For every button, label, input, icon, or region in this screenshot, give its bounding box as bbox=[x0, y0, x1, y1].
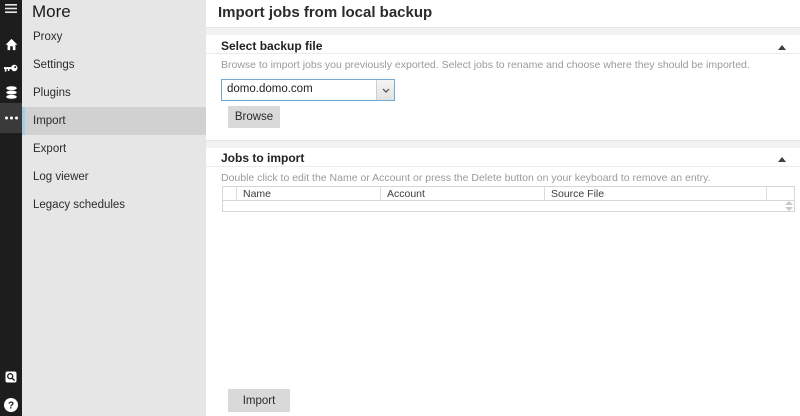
jobs-table-header: Name Account Source File bbox=[223, 187, 794, 201]
sidebar-item-legacy-schedules[interactable]: Legacy schedules bbox=[22, 191, 206, 219]
page-title: Import jobs from local backup bbox=[218, 4, 433, 21]
jobs-table-empty-area bbox=[223, 201, 794, 211]
table-scrollbar[interactable] bbox=[784, 201, 793, 211]
section-header-jobs-to-import[interactable]: Jobs to import bbox=[206, 149, 800, 167]
column-header-name[interactable]: Name bbox=[237, 187, 381, 200]
search-button[interactable] bbox=[0, 366, 22, 388]
collapse-up-icon[interactable] bbox=[778, 45, 786, 50]
section-divider bbox=[206, 140, 800, 148]
import-button[interactable]: Import bbox=[228, 389, 290, 412]
main-content: Import jobs from local backup Select bac… bbox=[206, 0, 800, 416]
table-row-selector-column[interactable] bbox=[223, 187, 237, 200]
sidebar-item-import[interactable]: Import bbox=[22, 107, 206, 135]
menu-button[interactable] bbox=[0, 0, 22, 16]
help-icon: ? bbox=[4, 398, 18, 412]
menu-icon bbox=[5, 3, 17, 13]
sidebar: More Proxy Settings Plugins Import Expor… bbox=[22, 0, 206, 416]
home-icon bbox=[5, 38, 17, 50]
collapse-up-icon[interactable] bbox=[778, 157, 786, 162]
sidebar-title: More bbox=[32, 2, 71, 21]
chevron-down-icon bbox=[382, 88, 389, 93]
svg-text:?: ? bbox=[8, 401, 14, 412]
combobox-dropdown-button[interactable] bbox=[376, 80, 394, 100]
table-filler-column bbox=[767, 187, 782, 200]
section-description: Browse to import jobs you previously exp… bbox=[221, 59, 750, 71]
column-header-account[interactable]: Account bbox=[381, 187, 545, 200]
section-header-select-backup-file[interactable]: Select backup file bbox=[206, 37, 800, 54]
database-icon bbox=[5, 85, 17, 99]
backup-file-combobox[interactable]: domo.domo.com bbox=[221, 79, 395, 101]
sidebar-item-settings[interactable]: Settings bbox=[22, 51, 206, 79]
help-button[interactable]: ? bbox=[0, 394, 22, 416]
storage-nav-button[interactable] bbox=[0, 80, 22, 104]
jobs-table: Name Account Source File bbox=[222, 186, 795, 212]
sidebar-item-plugins[interactable]: Plugins bbox=[22, 79, 206, 107]
combobox-value: domo.domo.com bbox=[227, 83, 313, 95]
sidebar-item-proxy[interactable]: Proxy bbox=[22, 23, 206, 51]
more-nav-button[interactable] bbox=[0, 103, 22, 133]
key-icon bbox=[4, 64, 18, 72]
scrollbar-arrows-icon bbox=[784, 201, 793, 211]
home-nav-button[interactable] bbox=[0, 32, 22, 56]
section-divider bbox=[206, 27, 800, 35]
sidebar-item-log-viewer[interactable]: Log viewer bbox=[22, 163, 206, 191]
sidebar-menu: Proxy Settings Plugins Import Export Log… bbox=[22, 23, 206, 219]
section-title: Select backup file bbox=[221, 39, 323, 53]
more-icon bbox=[4, 116, 18, 120]
section-description: Double click to edit the Name or Account… bbox=[221, 172, 711, 184]
section-title: Jobs to import bbox=[221, 151, 305, 165]
browse-button[interactable]: Browse bbox=[228, 106, 280, 128]
accounts-nav-button[interactable] bbox=[0, 56, 22, 80]
search-icon bbox=[5, 371, 17, 383]
column-header-source-file[interactable]: Source File bbox=[545, 187, 767, 200]
sidebar-item-export[interactable]: Export bbox=[22, 135, 206, 163]
icon-rail: ? bbox=[0, 0, 22, 416]
app-window: ? More Proxy Settings Plugins Import Exp… bbox=[0, 0, 800, 416]
